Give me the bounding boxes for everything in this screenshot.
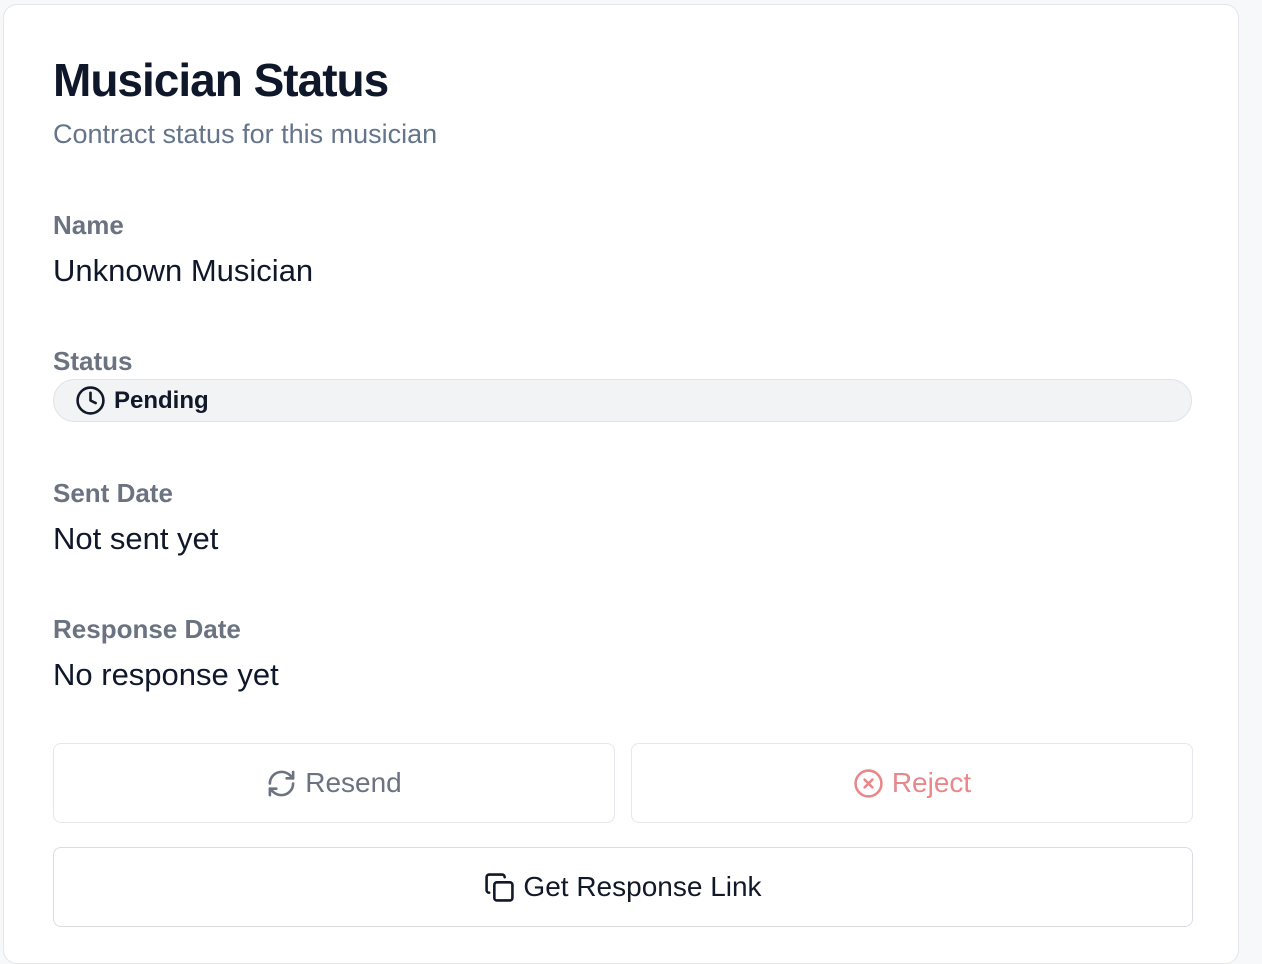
clock-icon [75, 385, 106, 416]
resend-button[interactable]: Resend [53, 743, 615, 823]
copy-icon [484, 872, 515, 903]
reject-button[interactable]: Reject [631, 743, 1193, 823]
resend-button-label: Resend [305, 767, 402, 798]
name-value: Unknown Musician [53, 253, 314, 288]
get-response-link-button[interactable]: Get Response Link [53, 847, 1193, 927]
response-date-value: No response yet [53, 657, 279, 692]
get-response-link-label: Get Response Link [523, 871, 762, 902]
x-circle-icon [853, 768, 884, 799]
sent-date-value: Not sent yet [53, 521, 219, 556]
sent-date-label: Sent Date [53, 478, 173, 508]
refresh-icon [266, 768, 297, 799]
status-badge-label: Pending [114, 386, 209, 414]
musician-status-card: Musician Status Contract status for this… [3, 4, 1239, 964]
card-title: Musician Status [53, 54, 389, 106]
reject-button-label: Reject [891, 767, 972, 798]
card-subtitle: Contract status for this musician [53, 119, 438, 149]
response-date-label: Response Date [53, 614, 241, 644]
status-label: Status [53, 346, 133, 376]
status-badge: Pending [53, 379, 1192, 422]
name-label: Name [53, 210, 124, 240]
